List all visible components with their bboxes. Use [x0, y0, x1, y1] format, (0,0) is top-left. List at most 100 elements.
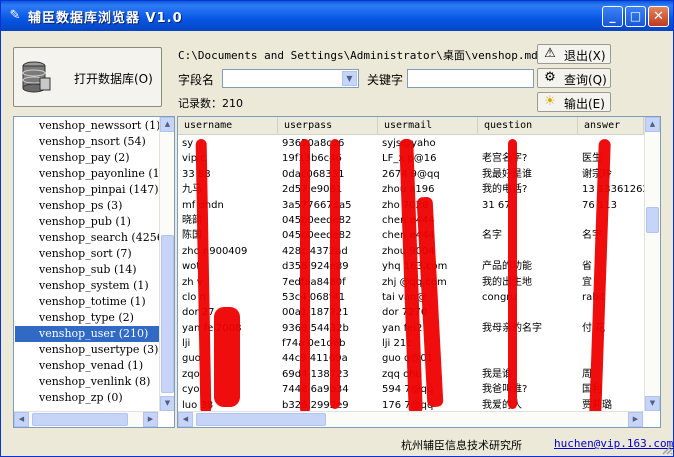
grid-hscroll-thumb[interactable]	[196, 413, 326, 426]
scroll-left-icon[interactable]: ◀	[14, 412, 29, 427]
table-list-hscrollbar[interactable]: ◀ ▶	[14, 411, 159, 427]
table-list-item[interactable]: venshop_nsort (54)	[15, 134, 159, 150]
table-list-item[interactable]: venshop_newssort (1)	[15, 118, 159, 134]
scroll-up-icon[interactable]: ▲	[645, 117, 660, 132]
table-cell	[478, 244, 578, 259]
field-name-label: 字段名	[178, 73, 215, 87]
grid-vscrollbar[interactable]: ▲ ▼	[644, 117, 660, 411]
maximize-button[interactable]: □	[625, 6, 646, 27]
table-cell: zh v	[182, 276, 203, 288]
scroll-down-icon[interactable]: ▼	[160, 396, 174, 411]
table-cell: 33 88	[182, 168, 211, 180]
table-cell: rabit	[578, 290, 644, 305]
scroll-left-icon[interactable]: ◀	[178, 412, 193, 427]
table-list-item[interactable]: venshop_pay (2)	[15, 150, 159, 166]
table-cell: 产品的功能	[482, 261, 532, 273]
table-cell: 付 花	[582, 322, 605, 334]
column-header[interactable]: answer	[578, 117, 644, 135]
database-path: C:\Documents and Settings\Administrator\…	[178, 49, 545, 62]
scroll-right-icon[interactable]: ▶	[628, 412, 643, 427]
table-cell: 谢宗玲	[578, 167, 644, 182]
table-cell: 名字	[482, 230, 502, 242]
table-cell: 晓韵	[182, 214, 202, 226]
search-icon: ⚙	[544, 70, 556, 85]
table-list-item[interactable]: venshop_user (210)	[15, 326, 159, 342]
table-cell	[478, 336, 578, 351]
table-cell	[478, 136, 578, 151]
table-cell: 045b0eede82	[282, 230, 352, 242]
table-list-item[interactable]: venshop_type (2)	[15, 310, 159, 326]
field-name-select[interactable]: ▼	[222, 69, 359, 88]
data-grid[interactable]: username userpass usermail question answer s…	[177, 116, 661, 428]
table-cell	[578, 351, 644, 366]
keyword-input[interactable]	[407, 69, 534, 88]
table-list[interactable]: venshop_newssort (1) venshop_nsort (54) ve…	[13, 116, 175, 428]
column-header[interactable]: question	[478, 117, 578, 135]
table-cell: sy	[182, 138, 194, 149]
table-cell: clo n	[182, 291, 206, 303]
chevron-down-icon[interactable]: ▼	[342, 71, 357, 86]
export-button[interactable]: ☀ 输出(E)	[537, 92, 611, 112]
table-list-item[interactable]: venshop_venlink (8)	[15, 374, 159, 390]
table-cell: 医生	[582, 153, 602, 165]
table-cell: 我是谁	[482, 368, 512, 380]
redaction-stroke	[300, 139, 310, 414]
grid-hscrollbar[interactable]: ◀ ▶	[178, 411, 644, 427]
scroll-down-icon[interactable]: ▼	[645, 396, 660, 411]
query-button[interactable]: ⚙ 查询(Q)	[537, 68, 611, 88]
table-list-scroll-thumb[interactable]	[161, 235, 174, 393]
table-cell: 我爸叫谁?	[482, 384, 528, 396]
table-cell	[478, 305, 578, 320]
column-header[interactable]: userpass	[278, 117, 378, 135]
table-list-item[interactable]: venshop_totime (1)	[15, 294, 159, 310]
table-list-item[interactable]: venshop_system (1)	[15, 278, 159, 294]
table-list-item[interactable]: venshop_zp (0)	[15, 390, 159, 406]
table-list-vscrollbar[interactable]: ▲ ▼	[159, 117, 174, 411]
table-list-item[interactable]: venshop_search (4256)	[15, 230, 159, 246]
table-cell	[578, 136, 644, 151]
table-list-item[interactable]: venshop_payonline (1)	[15, 166, 159, 182]
window-title: 辅臣数据库浏览器 V1.0	[28, 11, 183, 26]
title-bar[interactable]: ✎ 辅臣数据库浏览器 V1.0 _ □ ✕	[1, 1, 673, 31]
column-header[interactable]: usermail	[378, 117, 478, 135]
grid-scroll-thumb[interactable]	[646, 207, 659, 233]
database-icon	[22, 61, 51, 93]
table-list-item[interactable]: venshop_usertype (3)	[15, 342, 159, 358]
table-cell: zho n900409	[182, 245, 248, 257]
exit-button[interactable]: ⚠ 退出(X)	[537, 44, 611, 64]
company-name: 杭州辅臣信息技术研究所	[401, 439, 522, 452]
table-cell	[578, 244, 644, 259]
table-list-item[interactable]: venshop_venad (1)	[15, 358, 159, 374]
keyword-label: 关键字	[367, 73, 404, 87]
table-cell: 2d57 e9061	[282, 184, 343, 196]
redaction-stroke	[330, 139, 340, 409]
table-cell: 2674 9@qq	[382, 168, 440, 180]
table-list-item[interactable]: venshop_pinpai (147)	[15, 182, 159, 198]
minimize-button[interactable]: _	[602, 6, 623, 27]
table-list-hscroll-thumb[interactable]	[32, 413, 128, 426]
warning-icon: ⚠	[544, 46, 556, 61]
table-cell: 428c 4372ad	[282, 245, 348, 257]
scroll-right-icon[interactable]: ▶	[143, 412, 158, 427]
redaction-stroke	[214, 307, 240, 407]
table-cell: vip c	[182, 153, 206, 165]
table-cell: 00a1 187721	[282, 307, 349, 319]
table-list-item[interactable]: venshop_sort (7)	[15, 246, 159, 262]
close-button[interactable]: ✕	[648, 6, 669, 27]
exit-label: 退出(X)	[564, 49, 606, 63]
table-cell: 7edfaa8480f	[282, 276, 346, 288]
table-list-item[interactable]: venshop_sub (14)	[15, 262, 159, 278]
table-list-item[interactable]: venshop_pub (1)	[15, 214, 159, 230]
table-cell	[578, 336, 644, 351]
email-link[interactable]: huchen@vip.163.com	[554, 437, 673, 450]
table-cell: 7448 6a9b34	[282, 384, 349, 396]
table-list-item[interactable]: venshop_ps (3)	[15, 198, 159, 214]
scroll-up-icon[interactable]: ▲	[160, 117, 174, 132]
table-cell: 69d4 138723	[282, 368, 349, 380]
column-header[interactable]: username	[178, 117, 278, 135]
table-cell: 陈国	[182, 230, 202, 242]
table-cell: 我母亲的名字	[478, 321, 578, 336]
open-database-button[interactable]: 打开数据库(O)	[13, 47, 162, 107]
table-cell: syjs@yaho	[378, 136, 478, 151]
resize-grip-icon[interactable]	[661, 443, 673, 455]
